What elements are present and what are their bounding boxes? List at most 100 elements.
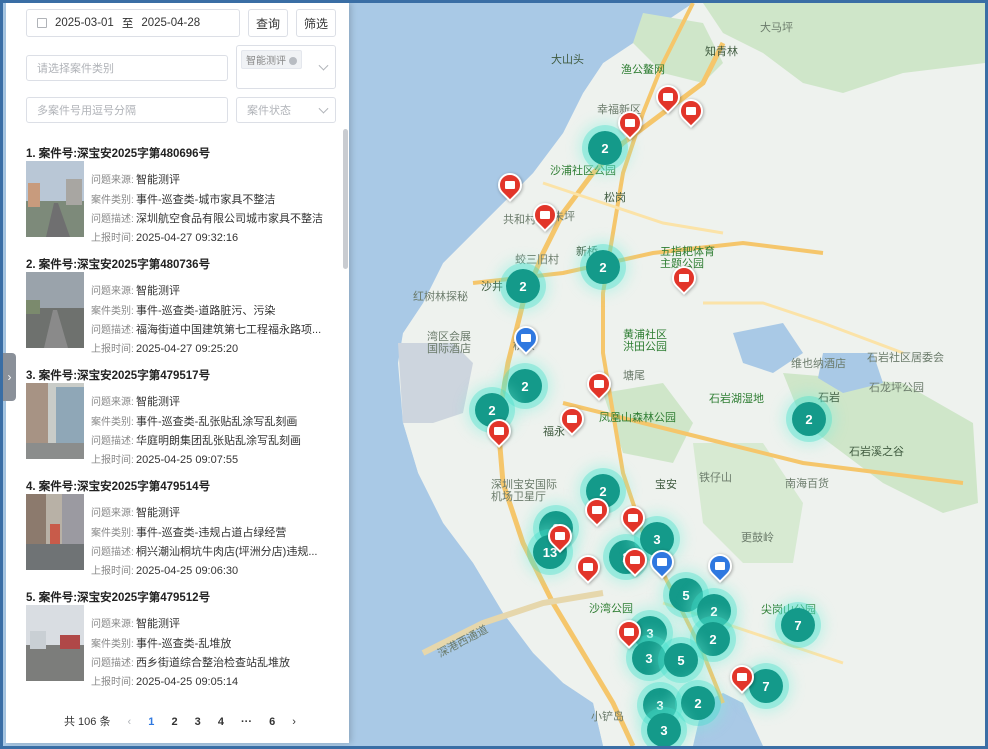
cluster-marker[interactable]: 2 [696, 622, 730, 656]
page-2[interactable]: 2 [171, 716, 177, 728]
map-label: 南海百货 [785, 477, 829, 490]
case-source: 智能测评 [136, 618, 180, 630]
cluster-marker[interactable]: 2 [508, 369, 542, 403]
case-time: 2025-04-25 09:05:14 [136, 676, 239, 688]
case-number-input[interactable]: 多案件号用逗号分隔 [26, 97, 228, 123]
map-label: 沙湾公园 [589, 602, 633, 615]
source-tag[interactable]: 智能测评 [241, 50, 302, 69]
case-title: 1. 案件号:深宝安2025字第480696号 [26, 148, 211, 160]
list-item[interactable]: 3. 案件号:深宝安2025字第479517号 问题来源: 智能测评 案件类别: 事… [26, 367, 346, 466]
list-item[interactable]: 5. 案件号:深宝安2025字第479512号 问题来源: 智能测评 案件类别: 事… [26, 589, 346, 688]
map-label: 知青林 [705, 45, 738, 58]
page-6[interactable]: 6 [269, 716, 275, 728]
case-type: 事件-巡查类-道路脏污、污染 [136, 305, 276, 317]
field-key: 上报时间: [91, 455, 134, 466]
case-description: 西乡街道综合整治检查站乱堆放 [136, 657, 290, 669]
case-type: 事件-巡查类-城市家具不整洁 [136, 194, 276, 206]
field-key: 问题来源: [91, 286, 134, 297]
map-label: 沙井 [481, 280, 503, 293]
pagination: 共 106 条 ‹ 1 2 3 4 ··· 6 › [64, 713, 310, 729]
cluster-marker[interactable]: 3 [647, 713, 681, 746]
list-item[interactable]: 2. 案件号:深宝安2025字第480736号 问题来源: 智能测评 案件类别: 事… [26, 256, 346, 355]
street-photo [26, 161, 84, 237]
map-label: 大马坪 [760, 21, 793, 34]
map-label: 塘尾 [623, 369, 645, 382]
collapse-panel-button[interactable]: › [3, 353, 16, 401]
case-source: 智能测评 [136, 507, 180, 519]
source-select[interactable]: 智能测评 [236, 45, 336, 89]
case-thumbnail[interactable] [26, 494, 84, 570]
filter-button[interactable]: 筛选 [296, 9, 336, 37]
case-title: 5. 案件号:深宝安2025字第479512号 [26, 592, 211, 604]
case-type-select[interactable]: 请选择案件类别 [26, 55, 228, 81]
map-label: 石岩湖湿地 [709, 392, 764, 405]
chevron-right-icon: › [7, 370, 12, 384]
case-type: 事件-巡查类-乱张贴乱涂写乱刻画 [136, 416, 298, 428]
cluster-marker[interactable]: 7 [781, 608, 815, 642]
date-range-picker[interactable]: 2025-03-01 至 2025-04-28 [26, 9, 240, 37]
map-label: 深圳宝安国际机场卫星厅 [491, 478, 557, 503]
tag-close-icon[interactable] [288, 57, 297, 66]
case-thumbnail[interactable] [26, 383, 84, 459]
case-thumbnail[interactable] [26, 605, 84, 681]
street-photo [26, 605, 84, 681]
case-source: 智能测评 [136, 174, 180, 186]
list-item[interactable]: 1. 案件号:深宝安2025字第480696号 问题来源: 智能测评 案件类别: 事… [26, 145, 346, 244]
date-separator: 至 [121, 18, 134, 30]
cluster-marker[interactable]: 2 [506, 269, 540, 303]
cluster-marker[interactable]: 5 [664, 643, 698, 677]
page-3[interactable]: 3 [195, 716, 201, 728]
map-label: 石岩溪之谷 [849, 445, 904, 458]
case-description: 桐兴潮汕桐坑牛肉店(坪洲分店)违规... [136, 546, 318, 558]
field-key: 案件类别: [91, 306, 134, 317]
case-time: 2025-04-27 09:32:16 [136, 232, 239, 244]
map-label: 黄浦社区洪田公园 [623, 328, 667, 353]
prev-page-icon[interactable]: ‹ [128, 716, 132, 728]
field-key: 上报时间: [91, 677, 134, 688]
field-key: 问题描述: [91, 214, 134, 225]
map-label: 维也纳酒店 [791, 357, 846, 370]
case-list-panel: 2025-03-01 至 2025-04-28 查询 筛选 请选择案件类别 智能… [6, 3, 349, 743]
map-label: 共和村 [503, 213, 536, 226]
total-count: 共 106 条 [64, 716, 111, 728]
cluster-marker[interactable]: 2 [586, 250, 620, 284]
cluster-marker[interactable]: 3 [632, 641, 666, 675]
page-4[interactable]: 4 [218, 716, 224, 728]
case-title: 3. 案件号:深宝安2025字第479517号 [26, 370, 211, 382]
case-time: 2025-04-27 09:25:20 [136, 343, 239, 355]
status-select[interactable]: 案件状态 [236, 97, 336, 123]
app-window: 大山头 渔公鳌网 知青林 大马坪 幸福新区 沙浦社区公园 松岗 共和村 朱坪 蛟… [0, 0, 988, 749]
query-button[interactable]: 查询 [248, 9, 288, 37]
field-key: 问题来源: [91, 619, 134, 630]
map-label: 五指耙体育主题公园 [660, 245, 715, 270]
map-label: 红树林探秘 [413, 290, 468, 303]
case-source: 智能测评 [136, 396, 180, 408]
street-photo [26, 383, 84, 459]
map-label: 凤凰山森林公园 [599, 411, 676, 424]
field-key: 问题描述: [91, 658, 134, 669]
calendar-icon [37, 18, 47, 28]
field-key: 上报时间: [91, 566, 134, 577]
field-key: 问题来源: [91, 397, 134, 408]
chevron-down-icon [318, 60, 329, 71]
page-1[interactable]: 1 [148, 716, 154, 728]
case-time: 2025-04-25 09:06:30 [136, 565, 239, 577]
list-item[interactable]: 4. 案件号:深宝安2025字第479514号 问题来源: 智能测评 案件类别: 事… [26, 478, 346, 577]
map-label: 小铲岛 [591, 710, 624, 723]
date-start: 2025-03-01 [55, 17, 114, 29]
field-key: 问题描述: [91, 547, 134, 558]
map-label: 蛟三旧村 [515, 253, 559, 266]
map-label: 石岩 [818, 391, 840, 404]
case-thumbnail[interactable] [26, 161, 84, 237]
next-page-icon[interactable]: › [292, 716, 296, 728]
cluster-marker[interactable]: 2 [588, 131, 622, 165]
page-ellipsis[interactable]: ··· [241, 716, 252, 728]
map-label: 湾区会展国际酒店 [427, 330, 471, 355]
cluster-marker[interactable]: 2 [792, 402, 826, 436]
case-type: 事件-巡查类-乱堆放 [136, 638, 232, 650]
field-key: 案件类别: [91, 417, 134, 428]
case-thumbnail[interactable] [26, 272, 84, 348]
field-key: 案件类别: [91, 528, 134, 539]
case-description: 华庭明朗集团乱张贴乱涂写乱刻画 [136, 435, 301, 447]
cluster-marker[interactable]: 2 [681, 686, 715, 720]
